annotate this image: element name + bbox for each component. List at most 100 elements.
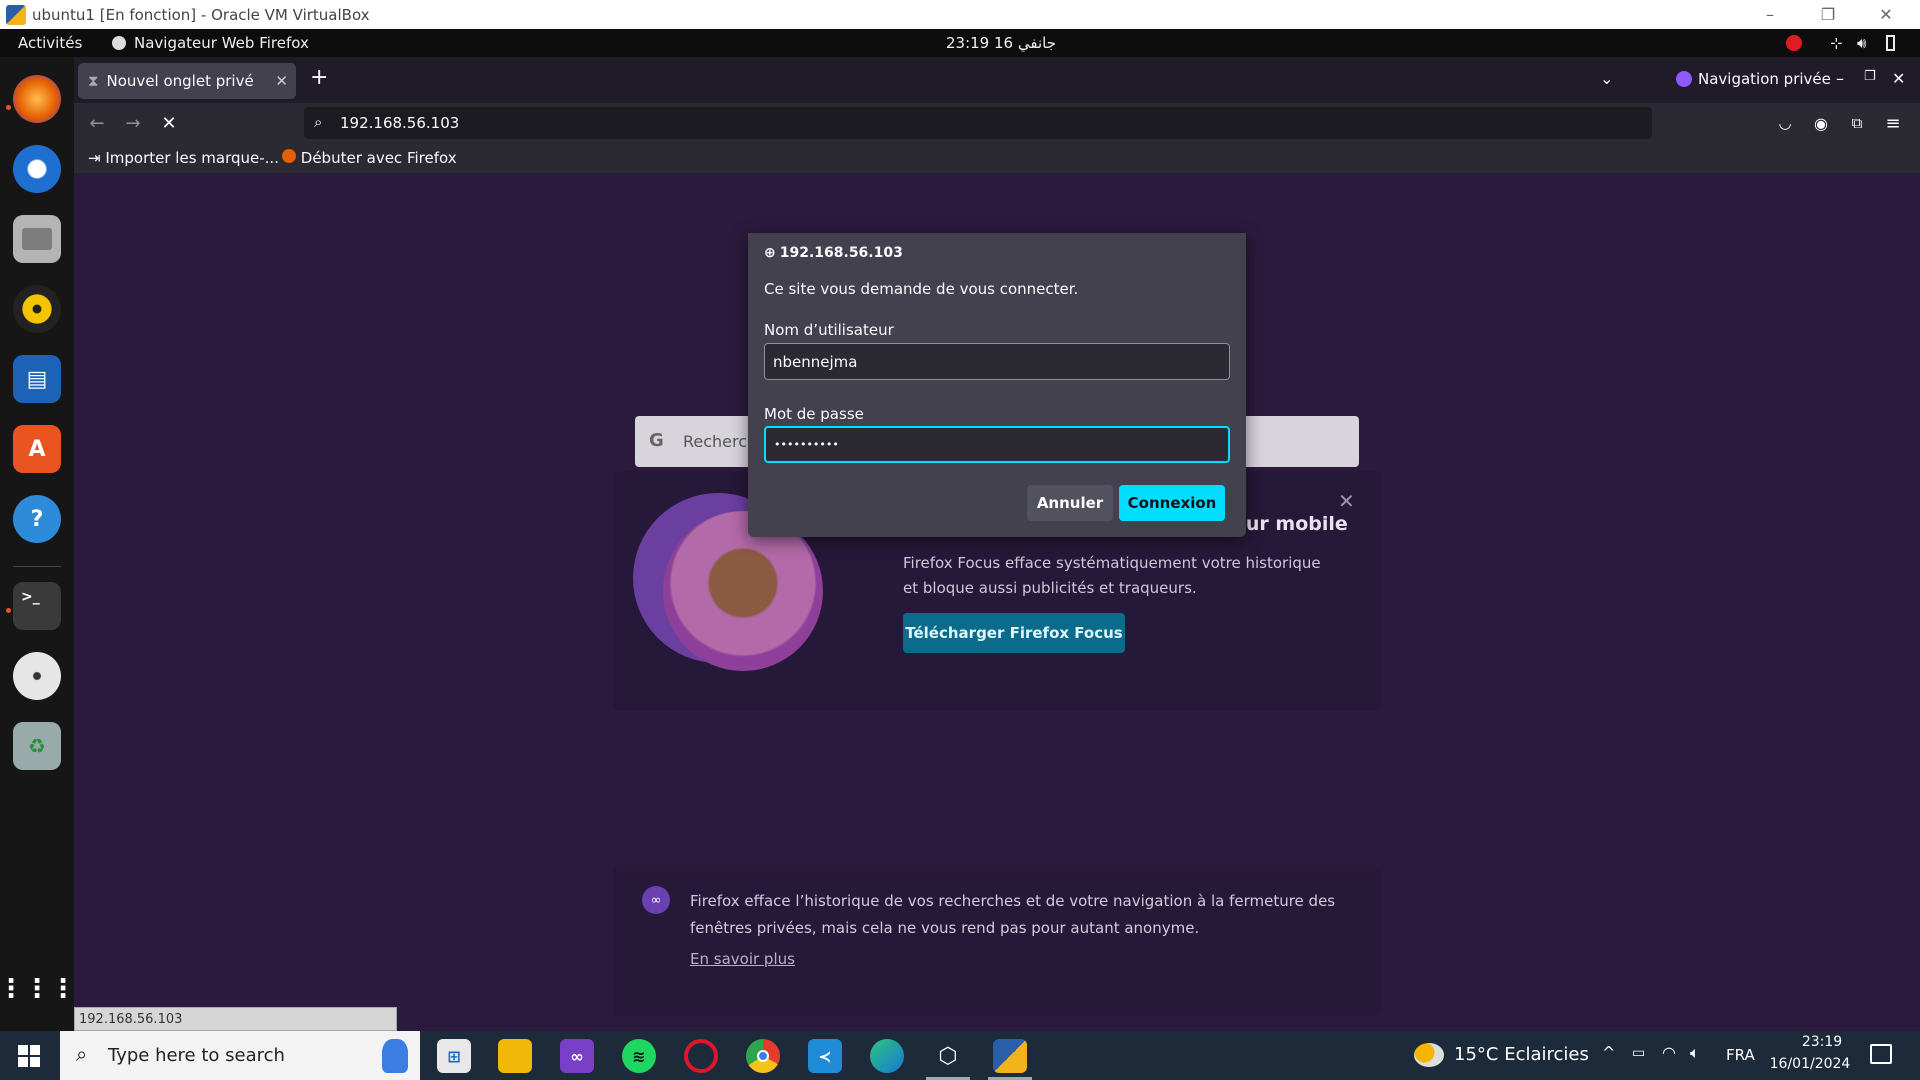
forward-icon[interactable]: →: [116, 103, 150, 143]
edge-icon[interactable]: [870, 1039, 904, 1073]
spotify-icon[interactable]: ≋: [622, 1039, 656, 1073]
private-browsing-notice: ∞ Firefox efface l’historique de vos rec…: [613, 866, 1381, 1016]
tab-close-icon[interactable]: ✕: [275, 72, 288, 90]
running-indicator: [6, 608, 11, 613]
bookmark-getting-started[interactable]: Débuter avec Firefox: [282, 149, 457, 167]
new-tab-button[interactable]: +: [310, 65, 328, 90]
do-not-disturb-icon[interactable]: [1786, 29, 1802, 57]
menu-icon[interactable]: ≡: [1876, 103, 1910, 143]
stop-icon[interactable]: ✕: [152, 103, 186, 143]
pocket-icon[interactable]: ◡: [1768, 103, 1802, 143]
clock[interactable]: 23:19 16 جانفي: [946, 29, 1056, 57]
account-icon[interactable]: ◉: [1804, 103, 1838, 143]
opera-icon[interactable]: [684, 1039, 718, 1073]
page-content: G Recherche Confidentialité de haut nive…: [74, 173, 1920, 1031]
show-hidden-icons[interactable]: ^: [1602, 1043, 1615, 1062]
notice-text: Firefox efface l’historique de vos reche…: [690, 892, 1336, 937]
promo-close-icon[interactable]: ✕: [1338, 489, 1355, 513]
username-label: Nom d’utilisateur: [764, 321, 894, 339]
download-focus-button[interactable]: Télécharger Firefox Focus: [903, 613, 1125, 653]
login-button[interactable]: Connexion: [1119, 485, 1225, 521]
virtualbox-title-bar: ubuntu1 [En fonction] - Oracle VM Virtua…: [0, 0, 1920, 29]
tab-strip: ⧗ Nouvel onglet privé ✕ + ⌄ Navigation p…: [74, 57, 1920, 103]
firefox-icon[interactable]: [13, 75, 61, 123]
activities-button[interactable]: Activités: [18, 29, 82, 57]
status-url-tooltip: 192.168.56.103: [74, 1007, 397, 1031]
password-label: Mot de passe: [764, 405, 864, 423]
restore-icon[interactable]: ❐: [1800, 0, 1856, 29]
taskbar-search-box[interactable]: ⌕ Type here to search: [60, 1031, 420, 1080]
dialog-host: 192.168.56.103: [779, 245, 903, 261]
weather-icon[interactable]: [1414, 1043, 1444, 1067]
bookmark-import-label: Importer les marque-...: [105, 149, 279, 167]
password-field[interactable]: ••••••••••: [764, 426, 1230, 463]
terminal-icon[interactable]: >_: [13, 582, 61, 630]
bookmark-getting-started-label: Débuter avec Firefox: [300, 149, 457, 167]
ubuntu-dock: ▤ A ? >_ ♻ ⋮⋮⋮: [0, 57, 76, 1031]
virtualbox-icon: [6, 4, 26, 25]
app-menu-label: Navigateur Web Firefox: [134, 34, 309, 52]
firefox-bookmark-icon: [282, 149, 296, 163]
minimize-icon[interactable]: –: [1742, 0, 1798, 29]
thunderbird-icon[interactable]: [13, 145, 61, 193]
private-mask-icon: [1676, 71, 1692, 87]
taskbar-search-placeholder: Type here to search: [108, 1045, 285, 1066]
battery-icon[interactable]: [1886, 29, 1895, 57]
dock-separator: [13, 566, 61, 567]
virtualbox-taskbar-icon[interactable]: [993, 1039, 1027, 1073]
box-app-icon[interactable]: ⬡: [931, 1039, 965, 1073]
notification-icon[interactable]: [1870, 1044, 1892, 1064]
close-icon[interactable]: ✕: [1858, 0, 1914, 29]
file-explorer-icon[interactable]: [498, 1039, 532, 1073]
search-icon: ⌕: [314, 113, 323, 131]
search-highlight-icon: [382, 1039, 408, 1073]
weather-text[interactable]: 15°C Eclaircies: [1454, 1044, 1589, 1065]
ff-restore-icon[interactable]: ❐: [1864, 69, 1876, 84]
private-mask-icon: ∞: [642, 886, 670, 914]
wifi-icon[interactable]: ◠: [1662, 1043, 1676, 1062]
trash-icon[interactable]: ♻: [13, 722, 61, 770]
network-icon[interactable]: ⊹: [1830, 29, 1843, 57]
ff-close-icon[interactable]: ✕: [1892, 69, 1905, 88]
taskbar-time[interactable]: 23:19: [1790, 1034, 1854, 1050]
cancel-button[interactable]: Annuler: [1027, 485, 1113, 521]
app-menu[interactable]: Navigateur Web Firefox: [112, 29, 309, 57]
list-tabs-icon[interactable]: ⌄: [1600, 69, 1613, 88]
url-text: 192.168.56.103: [340, 114, 460, 132]
chrome-icon[interactable]: [746, 1039, 780, 1073]
help-icon[interactable]: ?: [13, 495, 61, 543]
dialog-header: ⊕ 192.168.56.103: [764, 245, 903, 261]
running-indicator: [6, 105, 11, 110]
microsoft-store-icon[interactable]: ⊞: [437, 1039, 471, 1073]
ff-minimize-icon[interactable]: –: [1836, 69, 1844, 88]
bookmark-import[interactable]: ⇥ Importer les marque-...: [88, 149, 279, 167]
tab-private[interactable]: ⧗ Nouvel onglet privé ✕: [78, 63, 296, 99]
extensions-icon[interactable]: ⧉: [1840, 103, 1874, 143]
speaker-icon[interactable]: 🔈︎: [1690, 1043, 1700, 1063]
software-icon[interactable]: A: [13, 425, 61, 473]
private-label: Navigation privée: [1698, 70, 1831, 88]
firefox-window: ⧗ Nouvel onglet privé ✕ + ⌄ Navigation p…: [74, 57, 1920, 1031]
username-field[interactable]: nbennejma: [764, 343, 1230, 380]
bookmarks-toolbar: ⇥ Importer les marque-... Débuter avec F…: [74, 143, 1920, 173]
google-icon: G: [649, 430, 664, 451]
libreoffice-writer-icon[interactable]: ▤: [13, 355, 61, 403]
auth-dialog: ⊕ 192.168.56.103 Ce site vous demande de…: [748, 233, 1246, 537]
language-indicator[interactable]: FRA: [1726, 1046, 1755, 1064]
visual-studio-icon[interactable]: ∞: [560, 1039, 594, 1073]
url-bar[interactable]: ⌕ 192.168.56.103: [304, 107, 1652, 139]
globe-icon: ⊕: [764, 245, 776, 261]
show-apps-icon[interactable]: ⋮⋮⋮: [0, 965, 76, 1013]
disc-icon[interactable]: [13, 652, 61, 700]
battery-tray-icon[interactable]: ▭: [1632, 1045, 1645, 1061]
vscode-icon[interactable]: ≺: [808, 1039, 842, 1073]
windows-start-icon[interactable]: [18, 1045, 40, 1067]
back-icon[interactable]: ←: [80, 103, 114, 143]
hourglass-icon: ⧗: [88, 72, 99, 90]
learn-more-link[interactable]: En savoir plus: [690, 950, 795, 968]
windows-taskbar: ⌕ Type here to search ⊞ ∞ ≋ ≺ ⬡ 15°C Ecl…: [0, 1031, 1920, 1080]
rhythmbox-icon[interactable]: [13, 285, 61, 333]
files-icon[interactable]: [13, 215, 61, 263]
volume-icon[interactable]: 🔊︎: [1857, 29, 1866, 57]
taskbar-date[interactable]: 16/01/2024: [1768, 1056, 1852, 1072]
